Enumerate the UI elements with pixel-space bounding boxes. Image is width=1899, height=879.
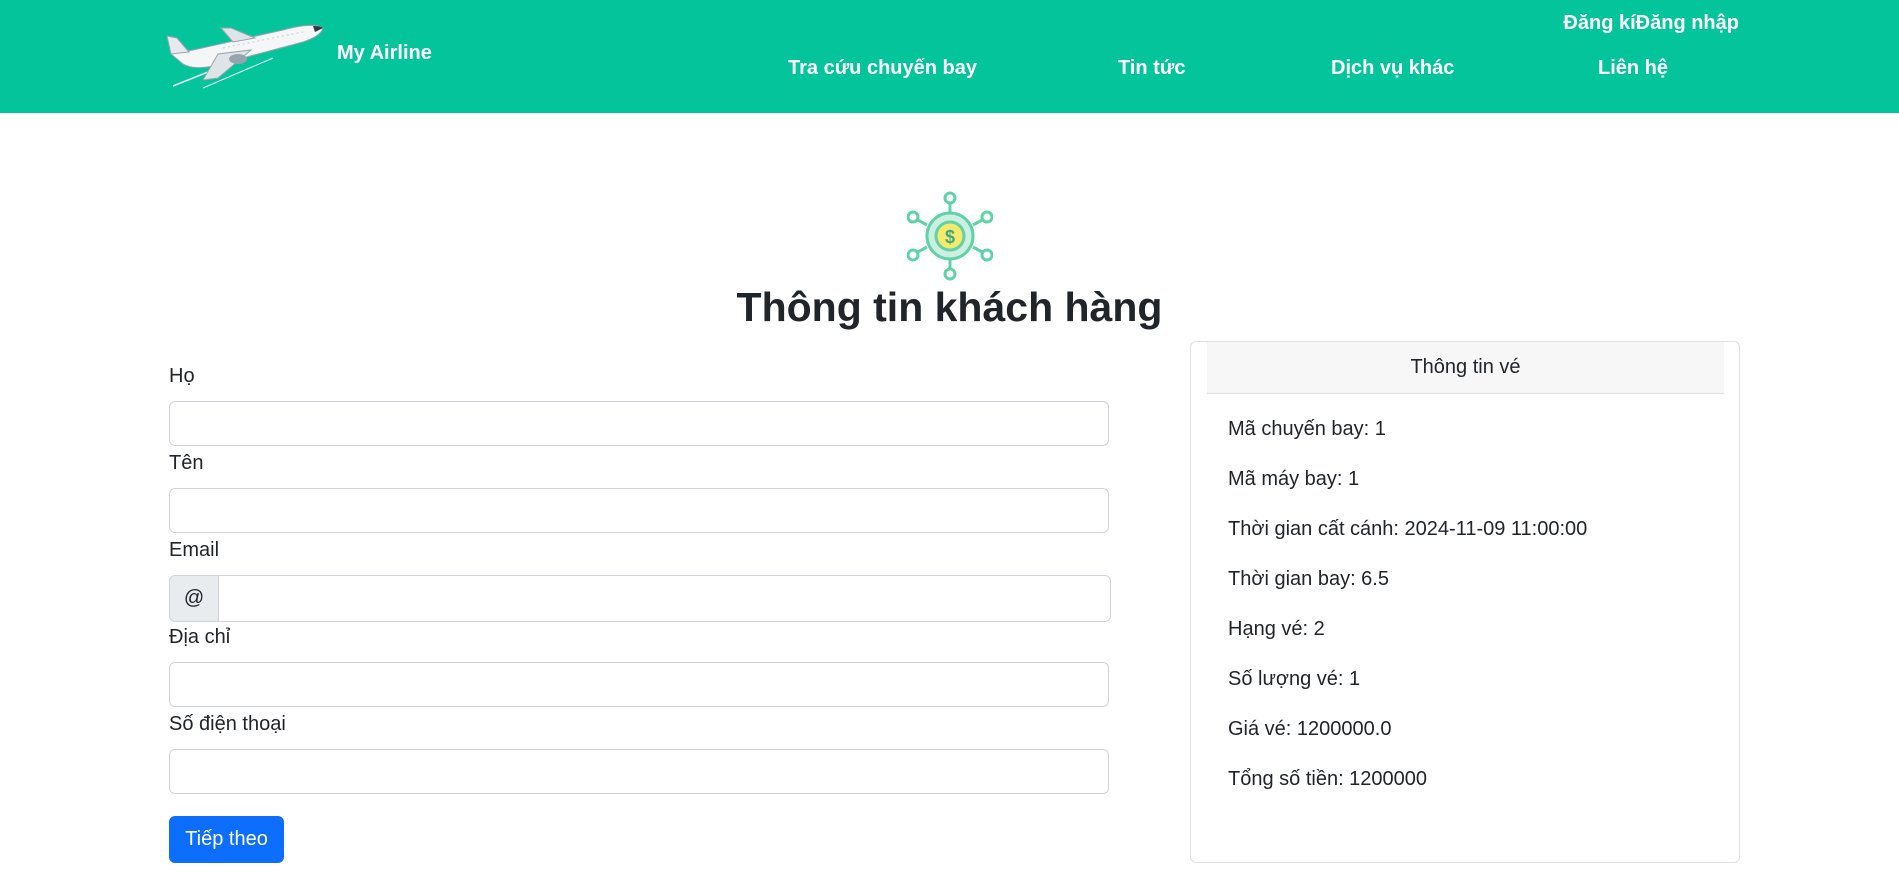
svg-text:$: $ — [945, 227, 955, 247]
last-name-input[interactable] — [169, 401, 1109, 446]
info-ticket-price: Giá vé: 1200000.0 — [1228, 718, 1392, 740]
email-input-group: @ — [169, 575, 1111, 622]
info-total-amount: Tổng số tiền: 1200000 — [1228, 768, 1428, 790]
address-label: Địa chỉ — [169, 626, 231, 648]
page-title: Thông tin khách hàng — [736, 284, 1163, 330]
ticket-card-header: Thông tin vé — [1207, 342, 1724, 394]
nav-contact[interactable]: Liên hệ — [1598, 57, 1668, 80]
at-sign-addon: @ — [169, 575, 219, 622]
last-name-label: Họ — [169, 365, 195, 387]
email-label: Email — [169, 539, 220, 561]
first-name-input[interactable] — [169, 488, 1109, 533]
info-departure-time: Thời gian cất cánh: 2024-11-09 11:00:00 — [1228, 518, 1588, 540]
phone-input[interactable] — [169, 749, 1109, 794]
info-ticket-class: Hạng vé: 2 — [1228, 618, 1325, 640]
info-flight-duration: Thời gian bay: 6.5 — [1228, 568, 1389, 590]
next-button[interactable]: Tiếp theo — [169, 816, 284, 863]
navbar: My Airline Đăng kíĐăng nhập Tra cứu chuy… — [0, 0, 1899, 113]
nav-services[interactable]: Dịch vụ khác — [1331, 57, 1454, 80]
email-input[interactable] — [218, 575, 1111, 622]
auth-links[interactable]: Đăng kíĐăng nhập — [1563, 12, 1739, 35]
address-input[interactable] — [169, 662, 1109, 707]
airplane-logo[interactable] — [163, 14, 328, 94]
info-plane-id: Mã máy bay: 1 — [1228, 468, 1360, 490]
brand-link[interactable]: My Airline — [337, 42, 432, 65]
info-ticket-quantity: Số lượng vé: 1 — [1228, 668, 1361, 690]
ticket-info-card: Thông tin vé Mã chuyến bay: 1 Mã máy bay… — [1190, 341, 1740, 863]
nav-news[interactable]: Tin tức — [1118, 57, 1185, 80]
money-network-icon: $ — [907, 191, 993, 281]
info-flight-id: Mã chuyến bay: 1 — [1228, 418, 1386, 440]
first-name-label: Tên — [169, 452, 204, 474]
phone-label: Số điện thoại — [169, 713, 286, 735]
nav-flight-search[interactable]: Tra cứu chuyến bay — [788, 57, 977, 80]
